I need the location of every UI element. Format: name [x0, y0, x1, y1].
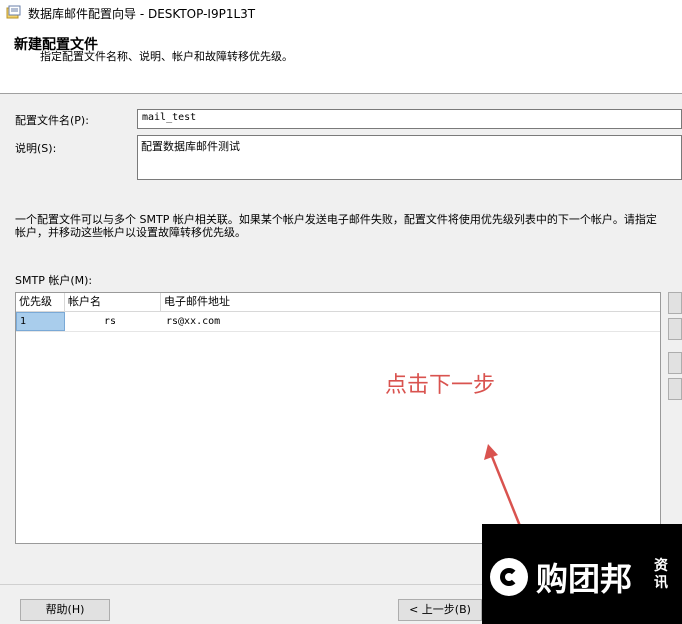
table-row[interactable]: 1 rs rs@xx.com: [16, 312, 660, 332]
remove-account-button[interactable]: [668, 318, 682, 340]
grid-header: 优先级 帐户名 电子邮件地址: [16, 293, 660, 312]
column-header-email[interactable]: 电子邮件地址: [161, 293, 391, 312]
page-subtitle: 指定配置文件名称、说明、帐户和故障转移优先级。: [40, 50, 293, 63]
cell-account[interactable]: rs: [104, 312, 116, 331]
description-label: 说明(S):: [15, 142, 57, 155]
help-button[interactable]: 帮助(H): [20, 599, 110, 621]
description-textarea[interactable]: 配置数据库邮件测试: [137, 135, 682, 180]
profile-name-label: 配置文件名(P):: [15, 114, 89, 127]
smtp-accounts-label: SMTP 帐户(M):: [15, 274, 93, 287]
cell-priority[interactable]: 1: [16, 312, 65, 331]
wizard-header: 新建配置文件 指定配置文件名称、说明、帐户和故障转移优先级。: [0, 24, 682, 94]
smtp-accounts-grid[interactable]: 优先级 帐户名 电子邮件地址 1 rs rs@xx.com: [15, 292, 661, 544]
column-header-priority[interactable]: 优先级: [16, 293, 65, 312]
info-text: 一个配置文件可以与多个 SMTP 帐户相关联。如果某个帐户发送电子邮件失败，配置…: [15, 213, 682, 239]
watermark-brand: 购团邦: [536, 560, 633, 598]
move-up-button[interactable]: [668, 352, 682, 374]
watermark-side-text: 资讯: [654, 558, 668, 591]
column-header-account[interactable]: 帐户名: [65, 293, 161, 312]
window-title: 数据库邮件配置向导 - DESKTOP-I9P1L3T: [28, 7, 256, 21]
watermark-logo: 购团邦 资讯: [482, 524, 682, 624]
add-account-button[interactable]: [668, 292, 682, 314]
info-text-line-1: 一个配置文件可以与多个 SMTP 帐户相关联。如果某个帐户发送电子邮件失败，配置…: [15, 213, 657, 226]
cell-email[interactable]: rs@xx.com: [166, 312, 220, 331]
profile-name-input[interactable]: mail_test: [137, 109, 682, 129]
title-bar: 数据库邮件配置向导 - DESKTOP-I9P1L3T: [0, 0, 682, 24]
annotation-arrow: [484, 444, 522, 527]
info-text-line-2: 帐户，并移动这些帐户以设置故障转移优先级。: [15, 226, 246, 239]
back-button[interactable]: < 上一步(B): [398, 599, 482, 621]
wizard-icon: [6, 4, 22, 20]
move-down-button[interactable]: [668, 378, 682, 400]
brand-logo-icon: [490, 558, 528, 596]
annotation-text: 点击下一步: [385, 373, 496, 398]
